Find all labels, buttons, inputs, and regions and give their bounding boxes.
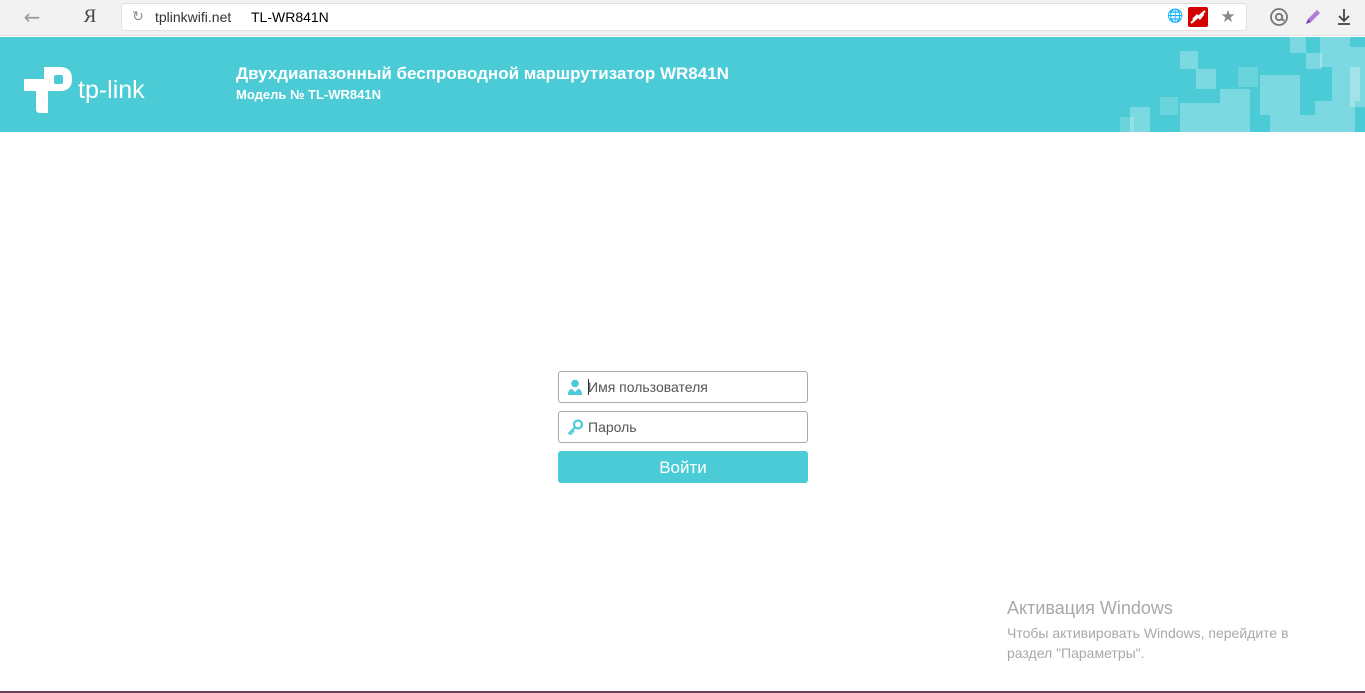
watermark-title: Активация Windows xyxy=(1007,598,1173,618)
user-icon xyxy=(568,379,582,395)
reload-icon[interactable]: ↻ xyxy=(130,9,146,25)
page-title: TL-WR841N xyxy=(251,9,329,25)
back-arrow-icon[interactable]: ← xyxy=(18,6,46,28)
model-number: Модель № TL-WR841N xyxy=(236,87,381,102)
login-button[interactable]: Войти xyxy=(558,451,808,483)
browser-toolbar: ← Я ↻ tplinkwifi.net TL-WR841N 🌐 ★ xyxy=(0,0,1365,36)
pen-icon[interactable] xyxy=(1302,6,1324,28)
brand-name: tp-link xyxy=(78,76,145,104)
address-bar[interactable]: ↻ tplinkwifi.net TL-WR841N 🌐 ★ xyxy=(121,3,1247,31)
key-icon xyxy=(567,419,583,436)
yandex-logo[interactable]: Я xyxy=(80,6,100,28)
star-icon[interactable]: ★ xyxy=(1219,8,1237,26)
adblock-icon[interactable] xyxy=(1188,7,1208,27)
at-sign-icon[interactable] xyxy=(1268,6,1290,28)
download-icon[interactable] xyxy=(1333,6,1355,28)
password-input[interactable] xyxy=(588,416,800,438)
watermark-text: Чтобы активировать Windows, перейдите в … xyxy=(1007,625,1289,661)
globe-icon[interactable]: 🌐 xyxy=(1167,10,1183,24)
windows-activation-watermark: Активация Windows Чтобы активировать Win… xyxy=(1007,597,1327,663)
page-header: tp-link Двухдиапазонный беспроводной мар… xyxy=(0,37,1365,132)
username-input[interactable] xyxy=(588,376,800,398)
username-field[interactable] xyxy=(558,371,808,403)
header-decoration xyxy=(1120,37,1365,132)
url-host[interactable]: tplinkwifi.net xyxy=(155,9,231,25)
login-form: Войти xyxy=(558,371,808,483)
password-field[interactable] xyxy=(558,411,808,443)
router-title: Двухдиапазонный беспроводной маршрутизат… xyxy=(236,64,729,83)
